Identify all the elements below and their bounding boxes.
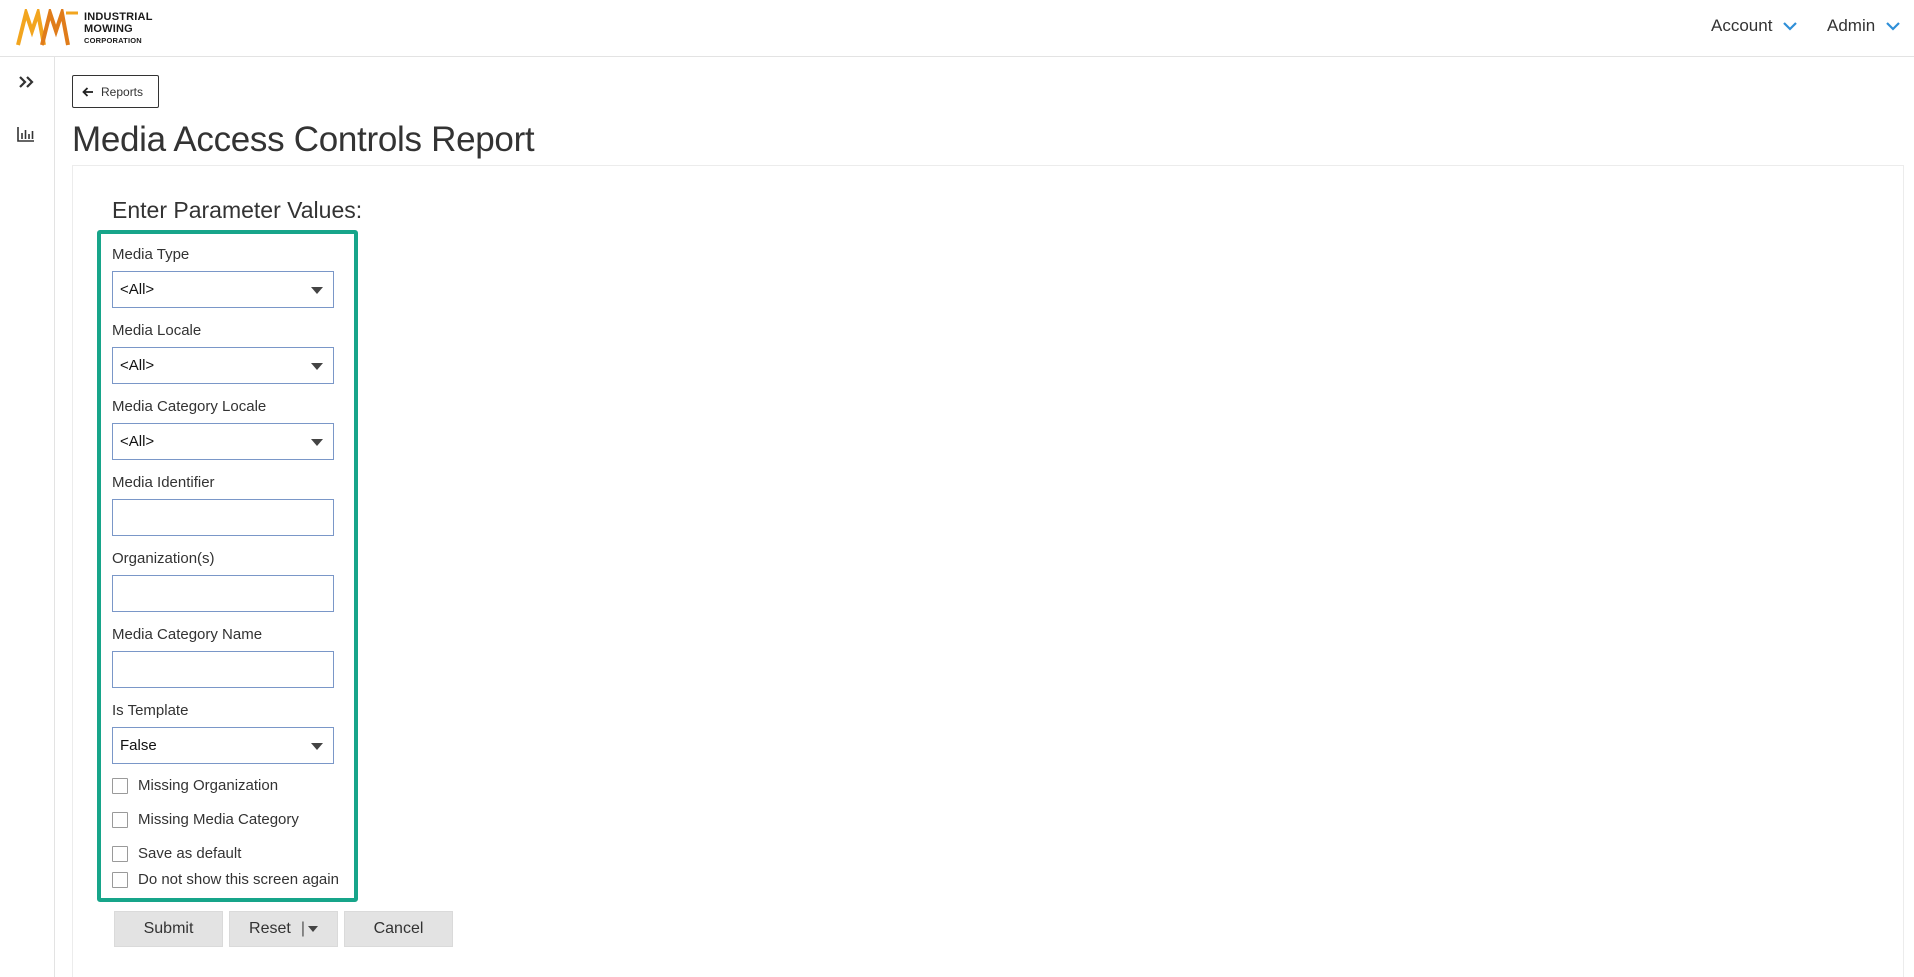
missing-media-category-label: Missing Media Category [138, 811, 299, 828]
media-locale-select[interactable]: <All> [112, 347, 334, 384]
is-template-select[interactable]: False [112, 727, 334, 764]
reset-button[interactable]: Reset | [229, 911, 338, 947]
submit-button-label: Submit [143, 920, 194, 937]
reset-dropdown-caret-icon[interactable] [307, 926, 318, 932]
is-template-value: False [120, 737, 157, 754]
checkbox-box[interactable] [112, 871, 128, 888]
logo-wordmark: INDUSTRIAL MOWING CORPORATION [84, 10, 153, 45]
media-type-select[interactable]: <All> [112, 271, 334, 308]
page-title: Media Access Controls Report [72, 120, 535, 159]
media-locale-label: Media Locale [112, 322, 202, 339]
media-category-locale-label: Media Category Locale [112, 398, 267, 415]
media-category-locale-select[interactable]: <All> [112, 423, 334, 460]
media-category-name-label: Media Category Name [112, 626, 263, 643]
organizations-label: Organization(s) [112, 550, 215, 567]
missing-media-category-checkbox[interactable]: Missing Media Category [112, 811, 299, 828]
company-logo[interactable]: INDUSTRIAL MOWING CORPORATION [16, 9, 156, 47]
logo-line-3: CORPORATION [84, 35, 142, 45]
sidebar-expand-button[interactable] [14, 71, 38, 93]
dropdown-caret-icon [311, 439, 323, 446]
missing-organization-label: Missing Organization [138, 777, 279, 794]
media-identifier-input[interactable] [112, 499, 334, 536]
submit-button[interactable]: Submit [114, 911, 223, 947]
left-sidebar [0, 57, 55, 977]
double-chevron-right-icon [19, 76, 34, 88]
logo-mark-icon [16, 9, 78, 46]
logo-line-1: INDUSTRIAL [84, 10, 153, 23]
save-as-default-label: Save as default [138, 845, 242, 862]
dropdown-caret-icon [311, 743, 323, 750]
checkbox-box[interactable] [112, 811, 128, 828]
top-header: INDUSTRIAL MOWING CORPORATION Account Ad… [0, 0, 1914, 57]
dropdown-caret-icon [311, 287, 323, 294]
chevron-down-icon [1783, 22, 1798, 31]
dropdown-caret-icon [311, 363, 323, 370]
checkbox-box[interactable] [112, 845, 128, 862]
media-category-name-input[interactable] [112, 651, 334, 688]
admin-menu-label: Admin [1827, 16, 1876, 35]
media-type-value: <All> [120, 281, 155, 298]
chevron-down-icon [1886, 22, 1900, 31]
account-menu[interactable]: Account [1711, 16, 1798, 36]
sidebar-item-reports[interactable] [14, 123, 38, 145]
admin-menu[interactable]: Admin [1827, 16, 1901, 36]
bar-chart-icon [17, 127, 34, 142]
save-as-default-checkbox[interactable]: Save as default [112, 845, 241, 862]
missing-organization-checkbox[interactable]: Missing Organization [112, 777, 278, 794]
media-locale-value: <All> [120, 357, 155, 374]
cancel-button[interactable]: Cancel [344, 911, 453, 947]
reset-button-label: Reset [249, 920, 291, 937]
media-category-locale-value: <All> [120, 433, 155, 450]
is-template-label: Is Template [112, 702, 189, 719]
account-menu-label: Account [1711, 16, 1773, 35]
do-not-show-again-checkbox[interactable]: Do not show this screen again [112, 871, 339, 888]
cancel-button-label: Cancel [373, 920, 424, 937]
logo-line-2: MOWING [84, 22, 133, 35]
back-button-label: Reports [101, 84, 144, 99]
media-identifier-label: Media Identifier [112, 474, 215, 491]
media-type-label: Media Type [112, 246, 190, 263]
back-to-reports-button[interactable]: Reports [72, 75, 159, 108]
do-not-show-again-label: Do not show this screen again [138, 871, 339, 888]
reset-separator: | [300, 920, 305, 937]
parameters-heading: Enter Parameter Values: [112, 197, 363, 223]
checkbox-box[interactable] [112, 777, 128, 794]
arrow-left-icon [82, 86, 93, 97]
organizations-input[interactable] [112, 575, 334, 612]
